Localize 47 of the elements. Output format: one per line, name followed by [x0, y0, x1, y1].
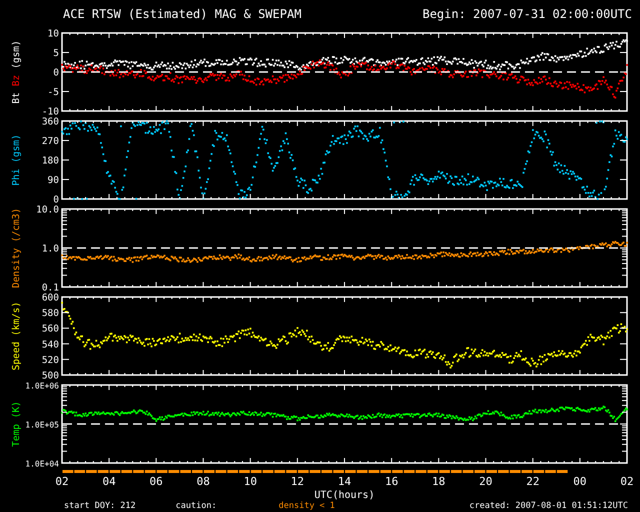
- tick-label: 0: [53, 68, 59, 78]
- axis-title: Temp (K): [11, 401, 22, 447]
- start-doy: start DOY: 212: [64, 501, 136, 511]
- axis-title: Phi (gsm): [11, 134, 22, 186]
- chart-title: ACE RTSW (Estimated) MAG & SWEPAM: [63, 7, 302, 21]
- created-time: created: 2007-08-01 01:51:12UTC: [469, 501, 628, 511]
- tick-label: 16: [384, 475, 398, 488]
- tick-label: 1.0: [42, 244, 59, 254]
- tick-label: 520: [42, 354, 59, 366]
- tick-label: 5: [53, 48, 59, 59]
- tick-label: 00: [573, 475, 587, 488]
- axis-title: Speed (km/s): [11, 302, 22, 370]
- tick-label: 540: [42, 339, 59, 350]
- tick-label: 1.0E+06: [25, 382, 59, 390]
- tick-label: 10.0: [36, 204, 59, 216]
- tick-label: -10: [42, 106, 59, 116]
- tick-label: 02: [620, 475, 634, 488]
- tick-label: 180: [42, 156, 59, 166]
- tick-label: 02: [55, 475, 69, 488]
- tick-label: 1.0E+05: [25, 420, 59, 430]
- tick-label: 06: [150, 475, 163, 488]
- tick-label: -5: [48, 87, 59, 98]
- tick-label: 1.0E+04: [25, 460, 59, 468]
- tick-label: 14: [338, 475, 352, 488]
- tick-label: 580: [42, 308, 59, 320]
- tick-label: 10: [48, 28, 59, 40]
- tick-label: 18: [432, 475, 446, 488]
- tick-label: 12: [290, 475, 304, 488]
- tick-label: 08: [196, 475, 210, 488]
- axis-title: Density (/cm3): [11, 208, 22, 288]
- tick-label: 22: [526, 475, 540, 488]
- tick-label: 560: [42, 324, 59, 335]
- tick-label: 360: [42, 116, 59, 128]
- begin-time: Begin: 2007-07-31 02:00:00UTC: [422, 7, 632, 21]
- caution-note: density < 1: [278, 501, 335, 511]
- tick-label: 04: [102, 475, 116, 488]
- caution-label: caution:: [176, 501, 217, 511]
- tick-label: 0.1: [42, 282, 59, 292]
- tick-label: 600: [42, 292, 59, 304]
- tick-label: 10: [244, 475, 257, 488]
- tick-label: 0: [53, 194, 59, 204]
- tick-label: 500: [42, 370, 59, 380]
- axis-title: Bt Bz (gsm): [11, 40, 22, 104]
- tick-label: 270: [42, 136, 59, 147]
- tick-label: 90: [48, 175, 59, 186]
- tick-label: 20: [479, 475, 492, 488]
- axis-title: UTC(hours): [314, 490, 375, 500]
